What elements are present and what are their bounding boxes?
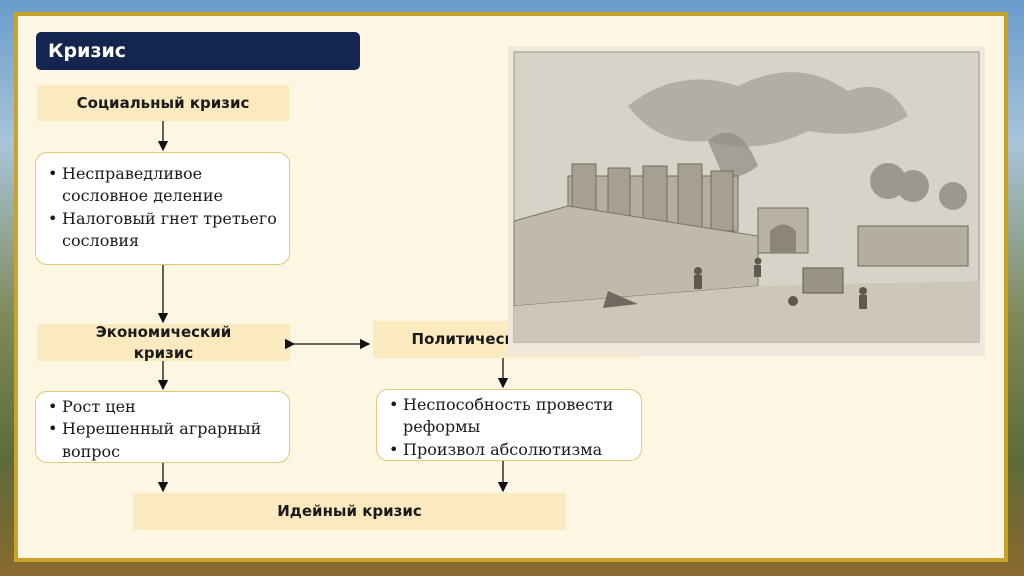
bastille-sketch-image — [508, 46, 985, 356]
